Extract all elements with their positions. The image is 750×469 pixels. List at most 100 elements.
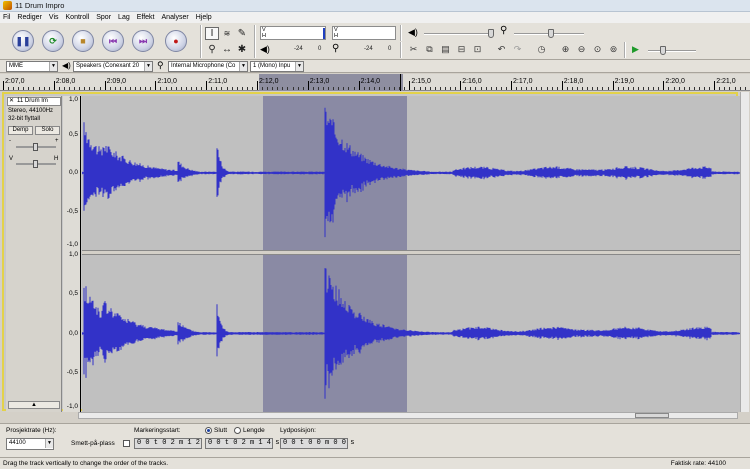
zoom-tool[interactable]: ⚲ (205, 43, 219, 56)
paste-button[interactable]: ▤ (438, 43, 453, 56)
input-volume-thumb[interactable] (548, 29, 554, 38)
ruler-minor-tick (272, 87, 274, 90)
multi-tool[interactable]: ✱ (235, 43, 249, 56)
selection-end-time[interactable]: 0 0 t 0 2 m 1 4 s (205, 438, 279, 449)
ruler-minor-tick (495, 87, 497, 90)
ruler-minor-tick (571, 87, 573, 90)
ruler-minor-tick (394, 87, 396, 90)
ruler-minor-tick (58, 87, 60, 90)
close-icon[interactable]: ✕ (9, 98, 14, 105)
playback-speed-track[interactable] (648, 50, 696, 52)
right-channel-waveform[interactable] (82, 255, 740, 412)
playback-meter[interactable]: V H (260, 26, 326, 40)
ruler-minor-tick (490, 87, 492, 90)
ruler-minor-tick (719, 87, 721, 90)
ruler-minor-tick (79, 87, 81, 90)
menu-spor[interactable]: Spor (96, 14, 111, 21)
timeline-ruler[interactable]: 2:07,0 2:08,0 2:09,0 2:10,0 2:11,0 2:12,0 2:13… (0, 74, 750, 91)
snap-to-checkbox[interactable] (123, 440, 130, 447)
amplitude-ruler[interactable]: 1,0 0,5 0,0 -0,5 -1,0 1,0 0,5 0,0 -0,5 -1,0 (63, 96, 81, 412)
skip-to-end-button[interactable]: ⏭ (132, 30, 154, 52)
stop-button[interactable]: ■ (72, 30, 94, 52)
mute-button[interactable]: Demp (8, 126, 33, 135)
playback-speed-thumb[interactable] (660, 46, 666, 55)
solo-button[interactable]: Solo (35, 126, 60, 135)
ruler-minor-tick (196, 87, 198, 90)
play-button[interactable]: ⟳ (42, 30, 64, 52)
selection-start-time[interactable]: 0 0 t 0 2 m 1 2 s (134, 438, 208, 449)
cut-button[interactable]: ✂ (406, 43, 421, 56)
vertical-scrollbar[interactable] (740, 92, 749, 412)
draw-tool[interactable]: ✎ (235, 27, 249, 40)
undo-button[interactable]: ↶ (494, 43, 509, 56)
timeshift-tool[interactable]: ↔ (220, 43, 234, 56)
pan-slider[interactable] (16, 160, 56, 168)
output-device-select[interactable]: Speakers (Conexant 20 ▼ (73, 61, 153, 72)
ruler-major-tick (53, 81, 55, 90)
fit-project-button[interactable]: ⊚ (606, 43, 621, 56)
left-channel-waveform[interactable] (82, 96, 740, 250)
ruler-minor-tick (648, 87, 650, 90)
collapse-arrow-icon: ▲ (31, 402, 37, 408)
copy-button[interactable]: ⧉ (422, 43, 437, 56)
ruler-minor-tick (378, 87, 380, 90)
menu-vis[interactable]: Vis (49, 14, 59, 21)
pause-button[interactable]: ❚❚ (12, 30, 34, 52)
skip-to-start-icon: ⏮ (108, 35, 118, 46)
record-icon: ● (173, 35, 179, 46)
snap-to-label: Smett-på-plass (71, 440, 115, 447)
ruler-minor-tick (216, 87, 218, 90)
input-device-select[interactable]: Internal Microphone (Co ▼ (168, 61, 248, 72)
ruler-minor-tick (292, 87, 294, 90)
redo-icon: ↷ (513, 44, 522, 54)
ruler-minor-tick (170, 87, 172, 90)
zoom-in-button[interactable]: ⊕ (558, 43, 573, 56)
redo-button[interactable]: ↷ (510, 43, 525, 56)
input-channels-value: 1 (Mono) Inpu (253, 63, 291, 69)
menu-rediger[interactable]: Rediger (17, 14, 42, 21)
menu-analyser[interactable]: Analyser (162, 14, 189, 21)
ruler-major-tick (3, 81, 4, 90)
envelope-tool[interactable]: ≋ (220, 27, 234, 40)
gain-slider[interactable] (16, 143, 56, 151)
collapse-track-button[interactable]: ▲ (8, 401, 60, 409)
ruler-major-tick (257, 81, 258, 90)
track-name-menu[interactable]: ✕ 11 Drum Im (7, 97, 61, 106)
menu-lag[interactable]: Lag (118, 14, 130, 21)
audio-track[interactable]: ✕ 11 Drum Im Stereo, 44100Hz 32-bit flyt… (2, 92, 740, 412)
output-volume-thumb[interactable] (488, 29, 494, 38)
input-channels-select[interactable]: 1 (Mono) Inpu ▼ (250, 61, 304, 72)
horizontal-scroll-thumb[interactable] (635, 413, 669, 418)
skip-to-start-button[interactable]: ⏮ (102, 30, 124, 52)
track-control-panel[interactable]: ✕ 11 Drum Im Stereo, 44100Hz 32-bit flyt… (6, 96, 62, 412)
gain-slider-thumb[interactable] (33, 143, 38, 151)
menu-kontroll[interactable]: Kontroll (66, 14, 90, 21)
selection-tool[interactable]: I (205, 27, 219, 40)
magnifier-icon: ⚲ (208, 44, 216, 55)
pan-left-label: V (9, 156, 14, 162)
menu-effekt[interactable]: Effekt (137, 14, 155, 21)
record-meter[interactable]: V H (332, 26, 396, 40)
menu-hjelp[interactable]: Hjelp (196, 14, 212, 21)
sync-lock-button[interactable]: ◷ (534, 43, 549, 56)
menu-fil[interactable]: Fil (3, 14, 10, 21)
audio-position-time[interactable]: 0 0 t 0 0 m 0 0 s (280, 438, 354, 449)
ruler-minor-tick (84, 87, 86, 90)
zoom-out-button[interactable]: ⊖ (574, 43, 589, 56)
horizontal-scrollbar[interactable] (78, 412, 738, 419)
silence-button[interactable]: ⊡ (470, 43, 485, 56)
trim-button[interactable]: ⊟ (454, 43, 469, 56)
pan-slider-thumb[interactable] (33, 160, 38, 168)
output-volume-track[interactable] (424, 33, 494, 35)
fit-selection-button[interactable]: ⊙ (590, 43, 605, 56)
ruler-minor-tick (221, 87, 223, 90)
record-button[interactable]: ● (165, 30, 187, 52)
play-at-speed-button[interactable]: ▶ (628, 43, 643, 56)
ruler-minor-tick (33, 87, 35, 90)
undo-icon: ↶ (497, 44, 506, 54)
audio-host-select[interactable]: MME ▼ (6, 61, 58, 72)
length-radio[interactable] (234, 427, 241, 434)
ruler-tick-label: 2:09,0 (106, 78, 127, 85)
project-rate-select[interactable]: 44100 ▼ (6, 438, 54, 450)
end-radio[interactable] (205, 427, 212, 434)
